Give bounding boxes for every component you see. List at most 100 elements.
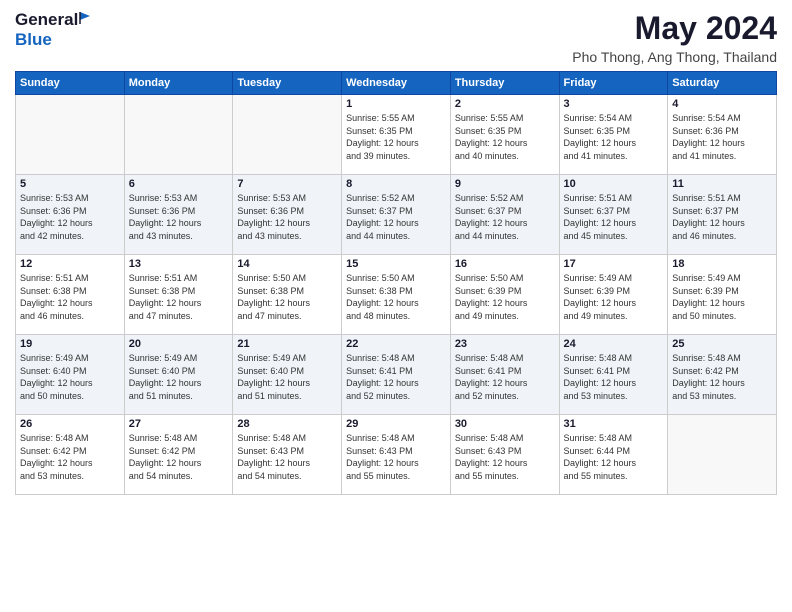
calendar-cell: 24Sunrise: 5:48 AM Sunset: 6:41 PM Dayli… [559,335,668,415]
title-area: May 2024 Pho Thong, Ang Thong, Thailand [572,10,777,65]
day-info: Sunrise: 5:55 AM Sunset: 6:35 PM Dayligh… [455,112,555,162]
day-info: Sunrise: 5:50 AM Sunset: 6:38 PM Dayligh… [237,272,337,322]
calendar-cell: 6 Sunrise: 5:53 AM Sunset: 6:36 PM Daylig… [124,175,233,255]
day-info: Sunrise: 5:48 AM Sunset: 6:43 PM Dayligh… [346,432,446,482]
calendar-header-saturday: Saturday [668,72,777,95]
calendar-cell: 11 Sunrise: 5:51 AM Sunset: 6:37 PM Dayli… [668,175,777,255]
day-info: Sunrise: 5:48 AM Sunset: 6:41 PM Dayligh… [346,352,446,402]
logo-flag-icon [79,11,91,25]
day-info: Sunrise: 5:53 AM Sunset: 6:36 PM Dayligh… [20,192,120,242]
calendar-cell: 10 Sunrise: 5:51 AM Sunset: 6:37 PM Dayli… [559,175,668,255]
calendar-cell [124,95,233,175]
calendar-cell [233,95,342,175]
day-number: 9 [455,178,555,190]
day-info: Sunrise: 5:50 AM Sunset: 6:39 PM Dayligh… [455,272,555,322]
day-number: 2 [455,98,555,110]
day-number: 28 [237,418,337,430]
calendar-cell: 21 Sunrise: 5:49 AM Sunset: 6:40 PM Dayli… [233,335,342,415]
calendar-cell: 14 Sunrise: 5:50 AM Sunset: 6:38 PM Dayli… [233,255,342,335]
day-info: Sunrise: 5:49 AM Sunset: 6:40 PM Dayligh… [237,352,337,402]
day-number: 15 [346,258,446,270]
calendar-cell: 8 Sunrise: 5:52 AM Sunset: 6:37 PM Daylig… [342,175,451,255]
day-info: Sunrise: 5:48 AM Sunset: 6:42 PM Dayligh… [672,352,772,402]
day-number: 22 [346,338,446,350]
calendar-cell: 2 Sunrise: 5:55 AM Sunset: 6:35 PM Daylig… [450,95,559,175]
day-number: 7 [237,178,337,190]
calendar-cell: 3 Sunrise: 5:54 AM Sunset: 6:35 PM Daylig… [559,95,668,175]
day-number: 30 [455,418,555,430]
day-info: Sunrise: 5:53 AM Sunset: 6:36 PM Dayligh… [129,192,229,242]
day-number: 18 [672,258,772,270]
day-number: 19 [20,338,120,350]
day-info: Sunrise: 5:51 AM Sunset: 6:37 PM Dayligh… [564,192,664,242]
calendar-cell: 20Sunrise: 5:49 AM Sunset: 6:40 PM Dayli… [124,335,233,415]
calendar-cell: 30 Sunrise: 5:48 AM Sunset: 6:43 PM Dayli… [450,415,559,495]
day-number: 27 [129,418,229,430]
calendar-cell: 22 Sunrise: 5:48 AM Sunset: 6:41 PM Dayli… [342,335,451,415]
day-number: 23 [455,338,555,350]
day-info: Sunrise: 5:53 AM Sunset: 6:36 PM Dayligh… [237,192,337,242]
calendar-cell: 27 Sunrise: 5:48 AM Sunset: 6:42 PM Dayli… [124,415,233,495]
calendar-header-monday: Monday [124,72,233,95]
calendar-cell: 13Sunrise: 5:51 AM Sunset: 6:38 PM Dayli… [124,255,233,335]
day-info: Sunrise: 5:48 AM Sunset: 6:42 PM Dayligh… [129,432,229,482]
calendar-cell: 25 Sunrise: 5:48 AM Sunset: 6:42 PM Dayli… [668,335,777,415]
calendar-cell: 31Sunrise: 5:48 AM Sunset: 6:44 PM Dayli… [559,415,668,495]
calendar-cell: 19Sunrise: 5:49 AM Sunset: 6:40 PM Dayli… [16,335,125,415]
calendar-cell: 7 Sunrise: 5:53 AM Sunset: 6:36 PM Daylig… [233,175,342,255]
calendar-week-3: 12Sunrise: 5:51 AM Sunset: 6:38 PM Dayli… [16,255,777,335]
calendar-cell: 28 Sunrise: 5:48 AM Sunset: 6:43 PM Dayli… [233,415,342,495]
day-number: 14 [237,258,337,270]
logo-blue: Blue [15,30,52,49]
calendar-week-1: 1Sunrise: 5:55 AM Sunset: 6:35 PM Daylig… [16,95,777,175]
calendar-cell: 5Sunrise: 5:53 AM Sunset: 6:36 PM Daylig… [16,175,125,255]
calendar-cell [16,95,125,175]
day-number: 21 [237,338,337,350]
day-info: Sunrise: 5:55 AM Sunset: 6:35 PM Dayligh… [346,112,446,162]
calendar-cell [668,415,777,495]
day-info: Sunrise: 5:49 AM Sunset: 6:39 PM Dayligh… [564,272,664,322]
day-info: Sunrise: 5:48 AM Sunset: 6:41 PM Dayligh… [455,352,555,402]
day-number: 25 [672,338,772,350]
calendar-header-thursday: Thursday [450,72,559,95]
day-number: 16 [455,258,555,270]
calendar-cell: 1Sunrise: 5:55 AM Sunset: 6:35 PM Daylig… [342,95,451,175]
calendar-cell: 23 Sunrise: 5:48 AM Sunset: 6:41 PM Dayli… [450,335,559,415]
day-info: Sunrise: 5:51 AM Sunset: 6:38 PM Dayligh… [20,272,120,322]
calendar-cell: 12Sunrise: 5:51 AM Sunset: 6:38 PM Dayli… [16,255,125,335]
day-number: 6 [129,178,229,190]
day-number: 3 [564,98,664,110]
calendar-cell: 4Sunrise: 5:54 AM Sunset: 6:36 PM Daylig… [668,95,777,175]
day-info: Sunrise: 5:49 AM Sunset: 6:39 PM Dayligh… [672,272,772,322]
day-number: 10 [564,178,664,190]
logo-general: General [15,10,78,30]
calendar-header-tuesday: Tuesday [233,72,342,95]
day-info: Sunrise: 5:48 AM Sunset: 6:41 PM Dayligh… [564,352,664,402]
page: General Blue May 2024 Pho Thong, Ang Tho… [0,0,792,612]
calendar-cell: 18 Sunrise: 5:49 AM Sunset: 6:39 PM Dayli… [668,255,777,335]
calendar-cell: 16 Sunrise: 5:50 AM Sunset: 6:39 PM Dayli… [450,255,559,335]
calendar-cell: 15Sunrise: 5:50 AM Sunset: 6:38 PM Dayli… [342,255,451,335]
day-info: Sunrise: 5:54 AM Sunset: 6:35 PM Dayligh… [564,112,664,162]
calendar-week-4: 19 Sunrise: 5:49 AM Sunset: 6:40 PM Dayli… [16,335,777,415]
day-number: 13 [129,258,229,270]
calendar-header-wednesday: Wednesday [342,72,451,95]
day-info: Sunrise: 5:48 AM Sunset: 6:43 PM Dayligh… [455,432,555,482]
day-number: 29 [346,418,446,430]
day-info: Sunrise: 5:52 AM Sunset: 6:37 PM Dayligh… [455,192,555,242]
day-number: 26 [20,418,120,430]
day-info: Sunrise: 5:48 AM Sunset: 6:43 PM Dayligh… [237,432,337,482]
day-number: 8 [346,178,446,190]
calendar-header-friday: Friday [559,72,668,95]
calendar-cell: 9 Sunrise: 5:52 AM Sunset: 6:37 PM Daylig… [450,175,559,255]
day-info: Sunrise: 5:49 AM Sunset: 6:40 PM Dayligh… [129,352,229,402]
day-number: 11 [672,178,772,190]
subtitle: Pho Thong, Ang Thong, Thailand [572,49,777,65]
calendar-cell: 26Sunrise: 5:48 AM Sunset: 6:42 PM Dayli… [16,415,125,495]
day-number: 17 [564,258,664,270]
day-info: Sunrise: 5:52 AM Sunset: 6:37 PM Dayligh… [346,192,446,242]
day-number: 4 [672,98,772,110]
day-info: Sunrise: 5:51 AM Sunset: 6:37 PM Dayligh… [672,192,772,242]
logo: General Blue [15,10,91,50]
day-number: 31 [564,418,664,430]
